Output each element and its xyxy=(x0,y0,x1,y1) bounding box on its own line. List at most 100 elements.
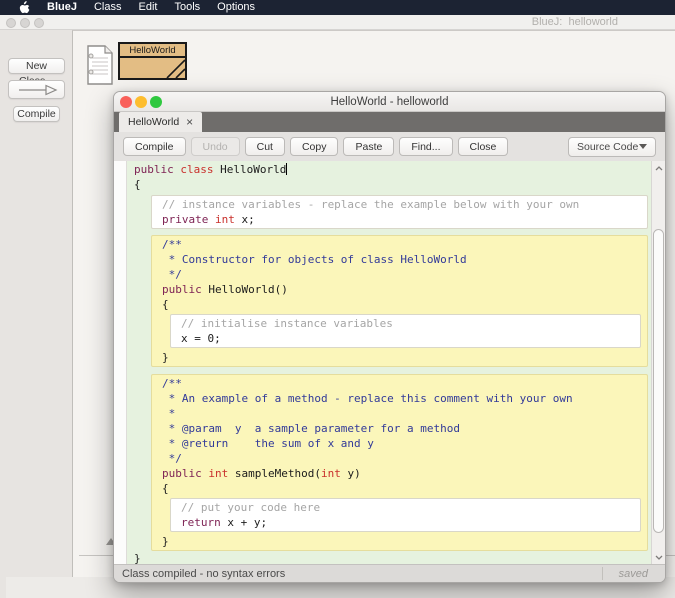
compile-project-button[interactable]: Compile xyxy=(13,106,60,122)
code-line[interactable]: * @return the sum of x and y xyxy=(162,436,643,451)
uncompiled-hatch-icon xyxy=(163,56,185,78)
code-token: private xyxy=(162,213,215,226)
code-token: * @param y a sample parameter for a meth… xyxy=(162,422,460,435)
editor-titlebar[interactable]: HelloWorld - helloworld xyxy=(114,92,665,112)
inherit-arrow-button[interactable] xyxy=(8,80,65,99)
code-line[interactable]: } xyxy=(162,350,643,365)
minimize-window-button[interactable] xyxy=(135,96,147,108)
code-token: } xyxy=(134,552,141,564)
code-token: } xyxy=(162,535,169,548)
code-line[interactable]: } xyxy=(162,534,643,549)
code-line[interactable]: // put your code here xyxy=(181,500,636,515)
scroll-down-icon[interactable] xyxy=(652,551,665,563)
code-token: * Constructor for objects of class Hello… xyxy=(162,253,467,266)
apple-icon[interactable] xyxy=(18,1,30,15)
code-line[interactable]: */ xyxy=(162,451,643,466)
code-line[interactable]: public class HelloWorld xyxy=(134,162,651,177)
compile-button[interactable]: Compile xyxy=(123,137,186,156)
text-cursor xyxy=(286,163,287,175)
readme-icon[interactable] xyxy=(87,45,113,90)
vertical-scrollbar[interactable] xyxy=(651,161,665,564)
code-line[interactable]: public int sampleMethod(int y) xyxy=(162,466,643,481)
editor-window-controls xyxy=(120,96,162,108)
copy-button[interactable]: Copy xyxy=(290,137,339,156)
editor-window: HelloWorld - helloworld HelloWorld × Com… xyxy=(113,91,666,583)
close-window-button[interactable] xyxy=(120,96,132,108)
code-token: y) xyxy=(341,467,361,480)
menu-bar: BlueJ Class Edit Tools Options xyxy=(0,0,675,15)
code-line[interactable]: // initialise instance variables xyxy=(181,316,636,331)
code-line[interactable]: x = 0; xyxy=(181,331,636,346)
paste-button[interactable]: Paste xyxy=(343,137,394,156)
code-line[interactable]: * @param y a sample parameter for a meth… xyxy=(162,421,643,436)
code-token: * An example of a method - replace this … xyxy=(162,392,573,405)
code-line[interactable]: // instance variables - replace the exam… xyxy=(162,197,643,212)
instance-box: // instance variables - replace the exam… xyxy=(151,195,648,229)
main-toolbar-panel: New Class... Compile xyxy=(0,30,72,598)
zoom-window-button[interactable] xyxy=(150,96,162,108)
new-class-button[interactable]: New Class... xyxy=(8,58,65,74)
zoom-window-button[interactable] xyxy=(34,18,44,28)
code-token: /** xyxy=(162,238,182,251)
close-window-button[interactable] xyxy=(6,18,16,28)
code-token: // instance variables - replace the exam… xyxy=(162,198,579,211)
code-token: // put your code here xyxy=(181,501,320,514)
code-line[interactable]: private int x; xyxy=(162,212,643,227)
code-token: sampleMethod( xyxy=(235,467,321,480)
code-token: int xyxy=(215,213,242,226)
scroll-up-icon[interactable] xyxy=(652,162,665,174)
class-helloworld[interactable]: HelloWorld xyxy=(118,42,187,80)
find-button[interactable]: Find... xyxy=(399,137,452,156)
arrow-icon xyxy=(15,84,59,96)
code-line[interactable]: */ xyxy=(162,267,643,282)
main-window-title: BlueJ: helloworld xyxy=(532,16,618,28)
code-line[interactable]: { xyxy=(134,177,651,192)
code-token: * @return the sum of x and y xyxy=(162,437,374,450)
code-line[interactable]: return x + y; xyxy=(181,515,636,530)
menu-item-bluej[interactable]: BlueJ xyxy=(47,0,77,15)
code-line[interactable]: /** xyxy=(162,237,643,252)
code-token: * xyxy=(162,407,175,420)
main-window-controls xyxy=(6,18,44,28)
code-line[interactable]: /** xyxy=(162,376,643,391)
code-token: public xyxy=(162,467,208,480)
undo-button[interactable]: Undo xyxy=(191,137,240,156)
code-token: x; xyxy=(241,213,254,226)
code-token: public xyxy=(134,163,180,176)
constructor-box: /** * Constructor for objects of class H… xyxy=(151,235,648,367)
menu-item-options[interactable]: Options xyxy=(217,0,255,15)
tab-close-icon[interactable]: × xyxy=(186,117,193,127)
code-line[interactable]: } xyxy=(134,551,651,564)
tab-label: HelloWorld xyxy=(128,116,179,128)
code-line[interactable]: { xyxy=(162,481,643,496)
code-token: return xyxy=(181,516,227,529)
editor-toolbar: Compile Undo Cut CopyPaste Find... Close Sour… xyxy=(114,132,665,161)
menu-item-tools[interactable]: Tools xyxy=(174,0,200,15)
minimize-window-button[interactable] xyxy=(20,18,30,28)
view-selector-dropdown[interactable]: Source Code xyxy=(568,137,656,157)
code-line[interactable]: * An example of a method - replace this … xyxy=(162,391,643,406)
code-line[interactable]: { xyxy=(162,297,643,312)
status-divider xyxy=(602,567,603,580)
code-line[interactable]: * Constructor for objects of class Hello… xyxy=(162,252,643,267)
menu-item-class[interactable]: Class xyxy=(94,0,122,15)
code-content[interactable]: public class HelloWorld{// instance vari… xyxy=(128,161,651,564)
code-token: HelloWorld xyxy=(220,163,286,176)
menu-item-edit[interactable]: Edit xyxy=(138,0,157,15)
cut-button[interactable]: Cut xyxy=(245,137,285,156)
code-token: { xyxy=(134,178,141,191)
editor-status-bar: Class compiled - no syntax errors saved xyxy=(114,564,665,582)
code-token: class xyxy=(180,163,220,176)
code-line[interactable]: * xyxy=(162,406,643,421)
breakpoint-gutter[interactable] xyxy=(114,161,127,564)
code-line[interactable]: public HelloWorld() xyxy=(162,282,643,297)
tab-helloworld[interactable]: HelloWorld × xyxy=(119,112,202,132)
chevron-down-icon xyxy=(639,144,647,149)
scrollbar-thumb[interactable] xyxy=(653,229,664,533)
code-editor-area[interactable]: public class HelloWorld{// instance vari… xyxy=(114,161,665,564)
main-window-titlebar[interactable]: BlueJ: helloworld xyxy=(0,15,675,30)
code-token: HelloWorld() xyxy=(208,283,287,296)
code-token: { xyxy=(162,482,169,495)
code-token: */ xyxy=(162,452,182,465)
close-button[interactable]: Close xyxy=(458,137,509,156)
